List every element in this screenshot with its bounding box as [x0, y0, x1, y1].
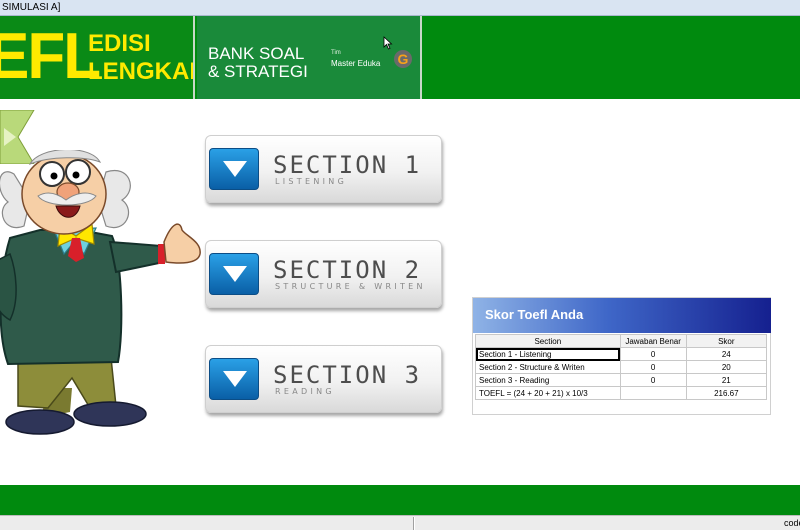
brand-edisi-text: EDISI — [88, 30, 151, 57]
table-cell[interactable]: 20 — [685, 360, 768, 374]
table-cell[interactable]: 0 — [619, 360, 687, 374]
down-arrow-icon — [209, 253, 259, 295]
status-text: code — [784, 518, 800, 528]
mouse-cursor-icon — [383, 36, 393, 50]
bank-soal-text: BANK SOAL — [208, 44, 305, 63]
section-3-subtitle: READING — [275, 387, 335, 396]
header-banner: EFL EDISI LENGKAP BANK SOAL & STRATEGI T… — [0, 16, 800, 99]
tim-label: Tim — [331, 50, 341, 56]
down-arrow-icon — [209, 148, 259, 190]
table-cell[interactable]: Section 2 - Structure & Writen — [475, 360, 621, 374]
table-cell[interactable]: Section 3 - Reading — [475, 373, 621, 387]
table-cell[interactable]: Section 1 - Listening — [475, 347, 621, 361]
table-row[interactable]: Section 1 - Listening 0 24 — [475, 347, 768, 361]
brand-logo: EFL EDISI LENGKAP — [0, 16, 195, 99]
app-window: SIMULASI A] EFL EDISI LENGKAP BANK SOAL … — [0, 0, 800, 530]
section-3-title: SECTION 3 — [273, 361, 422, 389]
table-cell[interactable]: 0 — [619, 347, 687, 361]
section-1-button[interactable]: SECTION 1 LISTENING — [205, 135, 442, 203]
bank-soal-banner: BANK SOAL & STRATEGI Tim Master Eduka G — [197, 16, 422, 99]
master-eduka-label: Master Eduka — [331, 59, 381, 68]
section-1-title: SECTION 1 — [273, 151, 422, 179]
table-cell[interactable]: 21 — [685, 373, 768, 387]
down-arrow-icon — [209, 358, 259, 400]
table-row[interactable]: Section 2 - Structure & Writen 0 20 — [475, 360, 768, 374]
section-2-button[interactable]: SECTION 2 STRUCTURE & WRITEN — [205, 240, 442, 308]
logo-letter: G — [398, 51, 409, 67]
brand-lengkap-text: LENGKAP — [88, 58, 195, 85]
table-cell[interactable]: TOEFL = (24 + 20 + 21) x 10/3 — [475, 386, 621, 400]
section-1-subtitle: LISTENING — [275, 177, 348, 186]
table-row[interactable]: TOEFL = (24 + 20 + 21) x 10/3 216.67 — [475, 386, 768, 400]
brand-efl-text: EFL — [0, 20, 101, 93]
professor-mascot — [0, 150, 201, 435]
score-panel-title: Skor Toefl Anda — [485, 307, 584, 322]
score-panel: Skor Toefl Anda Section Jawaban Benar Sk… — [472, 297, 771, 415]
status-bar: code — [0, 515, 800, 530]
section-3-button[interactable]: SECTION 3 READING — [205, 345, 442, 413]
score-table: Section Jawaban Benar Skor Section 1 - L… — [475, 334, 768, 400]
footer-bar — [0, 485, 800, 515]
score-panel-header: Skor Toefl Anda — [473, 298, 771, 333]
column-header-jawaban-benar[interactable]: Jawaban Benar — [619, 334, 687, 348]
status-divider — [413, 517, 415, 530]
publisher-logo-icon: G — [394, 50, 412, 68]
table-cell[interactable]: 24 — [685, 347, 768, 361]
section-2-subtitle: STRUCTURE & WRITEN — [275, 282, 426, 291]
section-2-title: SECTION 2 — [273, 256, 422, 284]
score-table-header: Section Jawaban Benar Skor — [475, 334, 768, 348]
table-cell[interactable]: 0 — [619, 373, 687, 387]
column-header-skor[interactable]: Skor — [685, 334, 768, 348]
table-cell[interactable]: 216.67 — [685, 386, 768, 400]
column-header-section[interactable]: Section — [475, 334, 621, 348]
window-title: SIMULASI A] — [0, 0, 800, 16]
strategi-text: & STRATEGI — [208, 62, 308, 81]
table-cell[interactable] — [619, 386, 687, 400]
table-row[interactable]: Section 3 - Reading 0 21 — [475, 373, 768, 387]
